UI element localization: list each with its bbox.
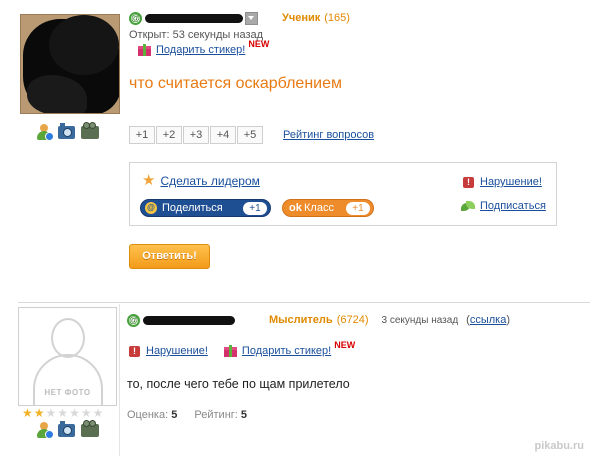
video-camera-icon[interactable] bbox=[81, 121, 99, 139]
class-button[interactable]: ok Класс +1 bbox=[282, 199, 374, 217]
star-empty-icon: ★ bbox=[45, 406, 57, 420]
answer-button[interactable]: Ответить! bbox=[129, 244, 210, 269]
section-divider bbox=[18, 302, 590, 303]
make-leader-link[interactable]: Сделать лидером bbox=[160, 174, 259, 188]
class-label: Класс bbox=[304, 202, 334, 214]
page: @ Ученик (165) Открыт: 53 секунды назад … bbox=[0, 0, 590, 456]
answer-text: то, после чего тебе по щам прилетело bbox=[127, 377, 350, 391]
question-author-line: @ Ученик (165) bbox=[129, 10, 350, 26]
subscribe-icon bbox=[461, 200, 475, 212]
answer-score-row: Оценка: 5 Рейтинг: 5 bbox=[127, 409, 247, 421]
mail-share-icon: @ bbox=[145, 202, 157, 214]
make-leader-row: ★ Сделать лидером bbox=[142, 172, 260, 189]
question-opened-time: Открыт: 53 секунды назад bbox=[129, 29, 264, 41]
answer-violation-link[interactable]: Нарушение! bbox=[146, 345, 208, 357]
new-badge: NEW bbox=[334, 340, 356, 350]
gift-sticker-link[interactable]: Подарить стикер! bbox=[156, 44, 245, 56]
question-violation-row: ! Нарушение! bbox=[463, 176, 542, 188]
question-author-icons bbox=[36, 121, 99, 141]
profile-icon[interactable] bbox=[36, 422, 54, 439]
question-title: что считается оскарблением bbox=[129, 75, 342, 92]
photo-camera-icon[interactable] bbox=[58, 122, 75, 139]
redacted-username[interactable] bbox=[143, 315, 235, 325]
paren-close: ) bbox=[506, 314, 510, 326]
question-author-avatar[interactable] bbox=[20, 14, 120, 114]
answer-author-line: @ Мыслитель (6724) 3 секунды назад (ссыл… bbox=[127, 312, 510, 328]
rate-plus-4-button[interactable]: +4 bbox=[210, 126, 236, 144]
gift-icon bbox=[223, 345, 237, 357]
answer-author-avatar[interactable]: НЕТ ФОТО bbox=[18, 307, 117, 406]
answer-author-icons bbox=[36, 419, 99, 439]
answer-author-rank: Мыслитель bbox=[269, 314, 333, 326]
watermark: pikabu.ru bbox=[534, 440, 584, 452]
placeholder-body bbox=[33, 354, 103, 405]
score-label: Оценка: bbox=[127, 409, 169, 421]
video-camera-icon[interactable] bbox=[81, 419, 99, 437]
question-rating-link[interactable]: Рейтинг вопросов bbox=[283, 129, 374, 141]
answer-author-rank-count: (6724) bbox=[336, 314, 369, 326]
no-photo-label: НЕТ ФОТО bbox=[44, 388, 91, 397]
answer-link[interactable]: ссылка bbox=[470, 314, 507, 326]
author-rank: Ученик bbox=[282, 12, 321, 24]
mail-at-icon: @ bbox=[127, 313, 140, 327]
star-empty-icon: ★ bbox=[92, 406, 104, 420]
star-filled-icon: ★ bbox=[33, 406, 45, 420]
star-empty-icon: ★ bbox=[57, 406, 69, 420]
answer-gift-link[interactable]: Подарить стикер! bbox=[242, 345, 331, 357]
subscribe-row: Подписаться bbox=[461, 200, 546, 212]
answer-author-stars: ★ ★ ★ ★ ★ ★ ★ bbox=[22, 407, 103, 419]
mail-at-icon: @ bbox=[129, 11, 142, 25]
placeholder-head bbox=[51, 318, 85, 358]
photo-camera-icon[interactable] bbox=[58, 420, 75, 437]
answer-actions-row: ! Нарушение! Подарить стикер! NEW bbox=[129, 340, 355, 357]
rate-plus-1-button[interactable]: +1 bbox=[129, 126, 155, 144]
score-value: 5 bbox=[171, 409, 178, 421]
profile-icon[interactable] bbox=[36, 124, 54, 141]
rating-value: 5 bbox=[240, 409, 248, 421]
star-icon: ★ bbox=[142, 172, 156, 189]
answer-time: 3 секунды назад bbox=[381, 314, 459, 326]
star-empty-icon: ★ bbox=[80, 406, 92, 420]
author-rank-count: (165) bbox=[324, 12, 350, 24]
rate-plus-5-button[interactable]: +5 bbox=[237, 126, 263, 144]
subscribe-link[interactable]: Подписаться bbox=[480, 200, 546, 212]
warning-icon: ! bbox=[463, 176, 474, 188]
warning-icon: ! bbox=[129, 345, 140, 357]
odnoklassniki-icon: ok bbox=[289, 202, 302, 214]
gift-icon bbox=[138, 44, 151, 56]
answer-permalink: (ссылка) bbox=[466, 314, 510, 326]
rating-label: Рейтинг: bbox=[194, 409, 238, 421]
class-count: +1 bbox=[346, 201, 370, 215]
rate-plus-2-button[interactable]: +2 bbox=[156, 126, 182, 144]
star-empty-icon: ★ bbox=[69, 406, 80, 420]
new-badge: NEW bbox=[248, 39, 270, 49]
star-filled-icon: ★ bbox=[22, 406, 33, 420]
share-label: Поделиться bbox=[162, 202, 223, 214]
share-button[interactable]: @ Поделиться +1 bbox=[140, 199, 271, 217]
rate-plus-3-button[interactable]: +3 bbox=[183, 126, 209, 144]
share-count: +1 bbox=[243, 201, 267, 215]
question-actions-box: ★ Сделать лидером @ Поделиться +1 ok Кла… bbox=[129, 162, 557, 226]
question-gift-row: Подарить стикер! NEW bbox=[138, 39, 269, 56]
answer-column-divider bbox=[119, 304, 120, 456]
question-rating-row: +1 +2 +3 +4 +5 Рейтинг вопросов bbox=[129, 126, 374, 144]
user-menu-dropdown-icon[interactable] bbox=[245, 11, 258, 25]
report-violation-link[interactable]: Нарушение! bbox=[480, 176, 542, 188]
redacted-username[interactable] bbox=[145, 13, 243, 23]
